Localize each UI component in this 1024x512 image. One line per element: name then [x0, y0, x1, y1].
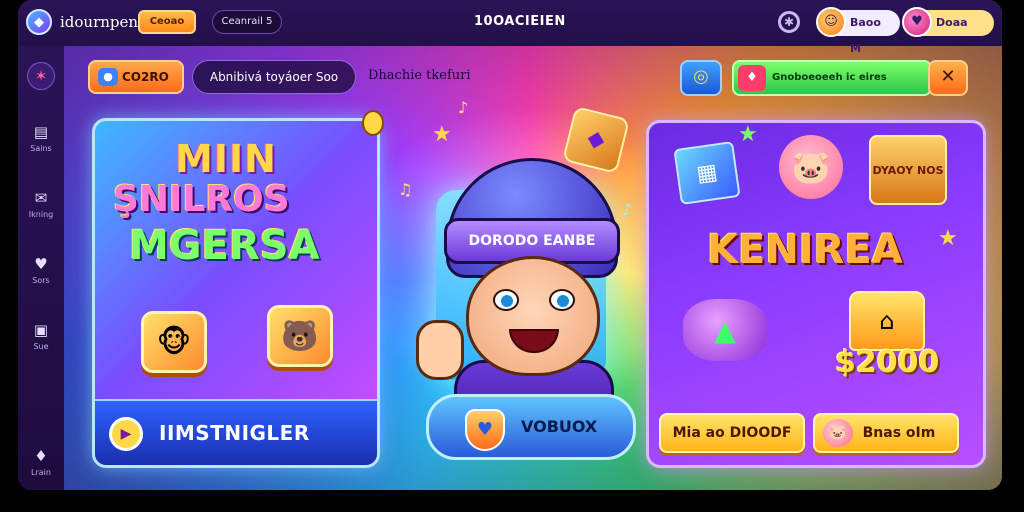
app-title: idournpen [60, 13, 139, 31]
card-action-button-1[interactable]: Mia ao DIOODF [659, 413, 805, 453]
mouth-icon [509, 329, 559, 353]
sidebar-item-label: Sains [30, 144, 52, 153]
top-dark-button[interactable]: Ceanrail 5 [212, 10, 282, 34]
mascot-ring-button[interactable]: ♥ VOBUOX [426, 394, 636, 460]
sidebar-item-label: Ikning [28, 210, 54, 219]
coin-icon: ◎ [693, 66, 709, 87]
shield-icon: ♥ [465, 409, 505, 451]
sidebar-item-sains[interactable]: ▤ Sains [18, 122, 64, 153]
avatar: ☺ [816, 7, 846, 37]
page-title: 10OACIEIEN [474, 14, 566, 29]
bear-tile-icon[interactable]: 🐻 [267, 305, 333, 367]
gem-icon: ♦ [738, 65, 766, 91]
sidebar: ✶ ▤ Sains ✉ Ikning ♥ Sors ▣ Sue ♦ Lrain [18, 46, 64, 490]
eye-icon [549, 289, 575, 311]
app-logo-icon[interactable]: ◆ [26, 9, 52, 35]
game-frame: ◆ idournpen Ceoao Ceanrail 5 10OACIEIEN … [18, 0, 1002, 490]
game-title-line-2: ŞNILROS [113, 179, 290, 220]
sidebar-item-home[interactable]: ✶ [18, 62, 64, 90]
card-action-button-2[interactable]: 🐷 Bnas oIm [813, 413, 959, 453]
coin-icon [362, 110, 384, 136]
pig-icon: 🐷 [779, 135, 843, 199]
gear-icon[interactable]: ✱ [778, 11, 800, 33]
prize-amount: $2000 [835, 345, 940, 380]
category-pill-label: CO2RO [122, 70, 169, 84]
game-card-left[interactable]: MIIN ŞNILROS MGERSA 🐵 🐻 ▶ IIMSTNIGLER [92, 118, 380, 468]
card-action-button-2-label: Bnas oIm [862, 425, 936, 441]
avatar: ♥ [902, 7, 932, 37]
house-icon: ⌂ [849, 291, 925, 351]
sidebar-item-sue[interactable]: ▣ Sue [18, 320, 64, 351]
mascot-face [466, 256, 600, 376]
treasure-chest-icon: DYAOY NOS [869, 135, 947, 205]
game-card-right[interactable]: ▦ 🐷 DYAOY NOS KENIREA ▲ ⌂ $2000 Mia ao D… [646, 120, 986, 468]
gift-icon: ▣ [33, 321, 49, 339]
reward-bar-button[interactable]: ♦ Gnoboeoeeh ic eires [732, 60, 932, 96]
gamepad-icon: ● [98, 68, 118, 86]
top-orange-button[interactable]: Ceoao [138, 10, 196, 34]
pig-icon: 🐷 [823, 419, 853, 447]
sidebar-item-sors[interactable]: ♥ Sors [18, 254, 64, 285]
music-note-icon: ♫ [398, 180, 413, 199]
pointing-hand-icon [416, 320, 464, 380]
sidebar-item-label: Lrain [31, 468, 51, 477]
game-title: KENIREA [707, 227, 903, 273]
book-icon: ▤ [33, 123, 49, 141]
user-chip-2-label: Doaa [936, 16, 968, 29]
reward-bar-label: Gnoboeoeeh ic eires [772, 72, 887, 83]
card-footer: ▶ IIMSTNIGLER [95, 399, 377, 465]
sidebar-item-ikning[interactable]: ✉ Ikning [18, 188, 64, 219]
close-button[interactable]: ✕ [928, 60, 968, 96]
mail-icon: ✉ [34, 189, 48, 207]
mascot-character: DORODO EANBE ♥ VOBUOX [416, 150, 646, 470]
star-icon: ★ [432, 122, 452, 147]
monkey-tile-icon[interactable]: 🐵 [141, 311, 207, 373]
top-bar: ◆ idournpen Ceoao Ceanrail 5 10OACIEIEN … [18, 0, 1002, 55]
game-title-line-1: MIIN [175, 137, 277, 181]
star-icon: ★ [738, 122, 758, 147]
game-title-line-3: MGERSA [129, 223, 320, 269]
user-chip-1-label: Baoo M [850, 16, 881, 55]
music-note-icon: ♪ [458, 98, 469, 117]
section-label: Dhachie tkefuri [368, 68, 471, 83]
heart-icon: ♥ [34, 255, 48, 273]
card-buttons: Mia ao DIOODF 🐷 Bnas oIm [649, 399, 983, 465]
play-button[interactable]: ▶ [109, 417, 143, 451]
gem-icon: ▲ [683, 299, 767, 361]
sidebar-item-lrain[interactable]: ♦ Lrain [18, 446, 64, 477]
close-icon: ✕ [940, 66, 956, 87]
sidebar-item-label: Sors [32, 276, 50, 285]
category-pill-button[interactable]: ● CO2RO [88, 60, 184, 94]
cube-icon: ▦ [673, 141, 741, 205]
user-chip-2[interactable]: ♥ Doaa [902, 7, 994, 37]
search-input[interactable]: Abnibivá toyáoer Soo [192, 60, 356, 94]
eye-icon [493, 289, 519, 311]
home-icon: ✶ [27, 62, 55, 90]
coin-button[interactable]: ◎ [680, 60, 722, 96]
pin-icon: ♦ [34, 447, 48, 465]
star-icon: ★ [938, 226, 958, 251]
ring-label: VOBUOX [521, 417, 598, 436]
user-chip-1[interactable]: ☺ Baoo M [816, 7, 900, 55]
card-footer-label: IIMSTNIGLER [159, 421, 310, 445]
sidebar-item-label: Sue [33, 342, 49, 351]
